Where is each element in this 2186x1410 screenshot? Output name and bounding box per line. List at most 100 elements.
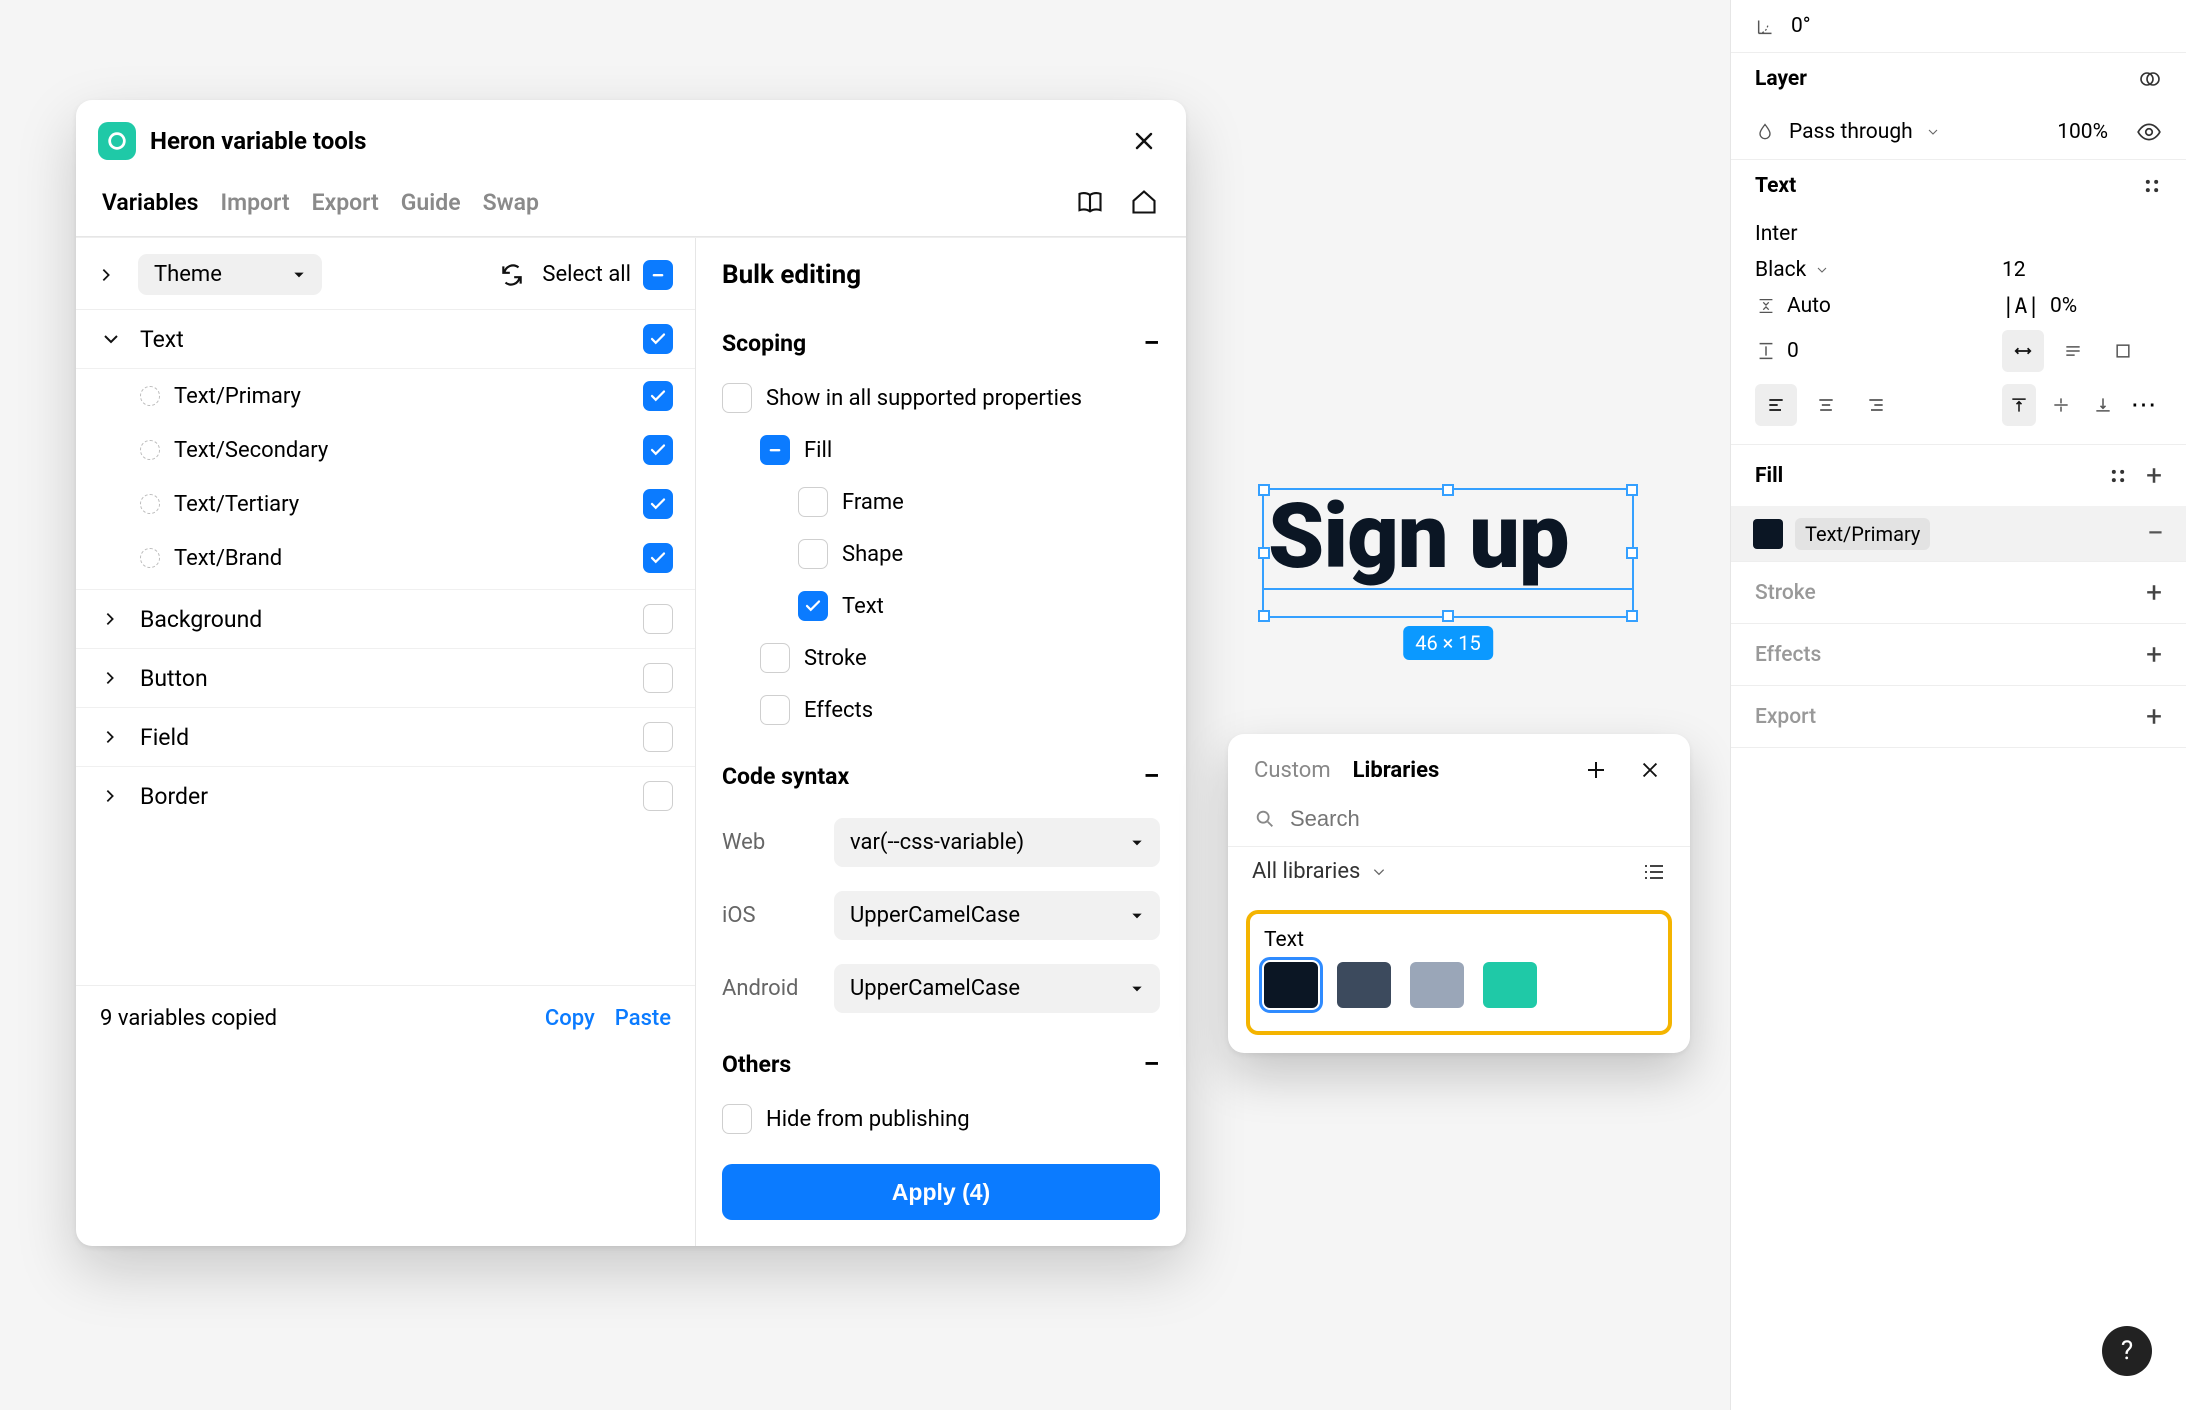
tab-export[interactable]: Export (312, 189, 379, 216)
add-effect-icon[interactable]: + (2146, 638, 2162, 671)
rotation-row[interactable]: 0° (1731, 0, 2186, 53)
close-button[interactable] (1130, 127, 1158, 155)
group-checkbox[interactable] (643, 722, 673, 752)
tab-swap[interactable]: Swap (483, 189, 539, 216)
opacity-value[interactable]: 100% (2057, 120, 2108, 144)
swatch-secondary[interactable] (1337, 962, 1391, 1008)
style-icon[interactable] (2108, 466, 2128, 486)
tab-custom[interactable]: Custom (1254, 758, 1331, 783)
group-label: Background (140, 606, 629, 633)
valign-bottom-icon[interactable] (2086, 384, 2120, 426)
group-checkbox[interactable] (643, 604, 673, 634)
checkbox-shape[interactable] (798, 539, 828, 569)
home-icon[interactable] (1128, 186, 1160, 218)
var-text-tertiary[interactable]: Text/Tertiary (76, 477, 695, 531)
font-size[interactable]: 12 (2002, 258, 2026, 282)
group-border[interactable]: Border (76, 767, 695, 825)
resize-handle[interactable] (1626, 484, 1638, 496)
fill-swatch[interactable] (1753, 519, 1783, 549)
autowidth-icon[interactable] (2002, 330, 2044, 372)
var-text-primary[interactable]: Text/Primary (76, 369, 695, 423)
var-checkbox[interactable] (643, 543, 673, 573)
resize-handle[interactable] (1626, 610, 1638, 622)
checkbox-hide[interactable] (722, 1104, 752, 1134)
code-web-select[interactable]: var(--css-variable) (834, 818, 1160, 867)
var-checkbox[interactable] (643, 435, 673, 465)
group-field[interactable]: Field (76, 708, 695, 767)
help-button[interactable]: ? (2102, 1326, 2152, 1376)
collapse-icon[interactable]: − (1143, 326, 1160, 361)
letterspacing-value[interactable]: 0% (2050, 294, 2077, 318)
valign-middle-icon[interactable] (2044, 384, 2078, 426)
collapse-icon[interactable]: − (1143, 1047, 1160, 1082)
swatch-primary[interactable] (1264, 962, 1318, 1008)
group-text-checkbox[interactable] (643, 324, 673, 354)
group-background[interactable]: Background (76, 590, 695, 649)
font-family[interactable]: Inter (1755, 222, 1797, 246)
tab-variables[interactable]: Variables (102, 189, 199, 216)
collapse-icon[interactable]: − (1143, 759, 1160, 794)
resize-handle[interactable] (1258, 547, 1270, 559)
autoheight-icon[interactable] (2052, 330, 2094, 372)
search-input[interactable] (1290, 806, 1666, 832)
var-text-secondary[interactable]: Text/Secondary (76, 423, 695, 477)
var-text-brand[interactable]: Text/Brand (76, 531, 695, 590)
var-checkbox[interactable] (643, 381, 673, 411)
style-icon[interactable] (2142, 176, 2162, 196)
resize-handle[interactable] (1442, 610, 1454, 622)
remove-fill-icon[interactable]: − (2147, 516, 2164, 551)
group-checkbox[interactable] (643, 781, 673, 811)
canvas-selection[interactable]: Sign up 46 × 15 (1262, 488, 1634, 618)
theme-dropdown[interactable]: Theme (138, 254, 322, 295)
checkbox[interactable] (722, 383, 752, 413)
refresh-icon[interactable] (496, 259, 528, 291)
align-right-icon[interactable] (1855, 384, 1897, 426)
add-stroke-icon[interactable]: + (2146, 576, 2162, 609)
copy-button[interactable]: Copy (545, 1006, 595, 1031)
checkbox-stroke[interactable] (760, 643, 790, 673)
group-checkbox[interactable] (643, 663, 673, 693)
group-text[interactable]: Text (76, 310, 695, 369)
add-export-icon[interactable]: + (2146, 700, 2162, 733)
close-icon[interactable] (1634, 754, 1666, 786)
resize-handle[interactable] (1442, 484, 1454, 496)
checkbox-text[interactable] (798, 591, 828, 621)
code-android-select[interactable]: UpperCamelCase (834, 964, 1160, 1013)
checkbox-frame[interactable] (798, 487, 828, 517)
chevron-right-icon[interactable] (98, 267, 126, 283)
lineheight-value[interactable]: Auto (1787, 294, 1831, 318)
eye-icon[interactable] (2136, 119, 2162, 145)
more-icon[interactable]: ⋯ (2128, 390, 2162, 420)
apply-button[interactable]: Apply (4) (722, 1164, 1160, 1220)
paragraph-spacing-value[interactable]: 0 (1787, 339, 1799, 363)
fixed-size-icon[interactable] (2102, 330, 2144, 372)
var-checkbox[interactable] (643, 489, 673, 519)
resize-handle[interactable] (1258, 610, 1270, 622)
tab-libraries[interactable]: Libraries (1353, 758, 1440, 783)
add-fill-icon[interactable]: + (2146, 459, 2162, 492)
swatch-tertiary[interactable] (1410, 962, 1464, 1008)
align-center-icon[interactable] (1805, 384, 1847, 426)
add-icon[interactable] (1580, 754, 1612, 786)
fill-row[interactable]: Text/Primary − (1731, 506, 2186, 561)
tab-guide[interactable]: Guide (401, 189, 461, 216)
swatch-brand[interactable] (1483, 962, 1537, 1008)
layer-blend-row[interactable]: Pass through 100% (1731, 105, 2186, 160)
tab-import[interactable]: Import (221, 189, 290, 216)
checkbox-fill[interactable] (760, 435, 790, 465)
blend-mode-icon[interactable] (2138, 67, 2162, 91)
valign-top-icon[interactable] (2002, 384, 2036, 426)
resize-handle[interactable] (1258, 484, 1270, 496)
all-libraries-row[interactable]: All libraries (1228, 847, 1690, 896)
search-row[interactable] (1228, 802, 1690, 846)
select-all-checkbox[interactable] (643, 260, 673, 290)
group-button[interactable]: Button (76, 649, 695, 708)
font-weight[interactable]: Black (1755, 258, 1806, 282)
code-ios-select[interactable]: UpperCamelCase (834, 891, 1160, 940)
list-icon[interactable] (1642, 860, 1666, 884)
book-icon[interactable] (1074, 186, 1106, 218)
checkbox-effects[interactable] (760, 695, 790, 725)
paste-button[interactable]: Paste (615, 1006, 671, 1031)
align-left-icon[interactable] (1755, 384, 1797, 426)
resize-handle[interactable] (1626, 547, 1638, 559)
